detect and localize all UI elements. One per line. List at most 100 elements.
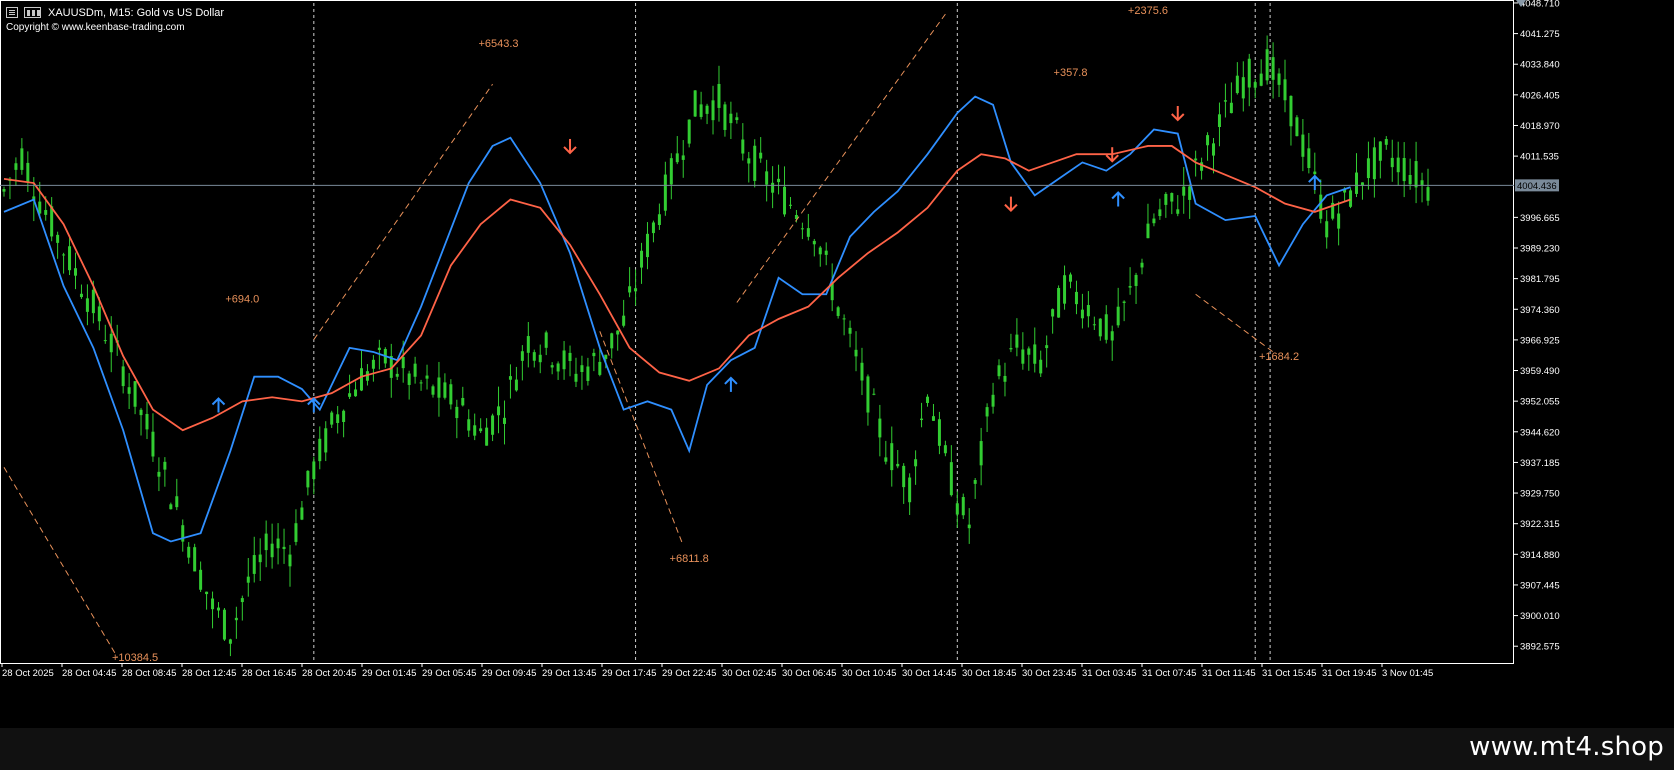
candle-body xyxy=(765,171,769,185)
candle-body xyxy=(377,347,381,350)
y-tick-label: 4026.405 xyxy=(1520,90,1560,101)
chart-menu-icon[interactable] xyxy=(6,7,18,18)
candle-body xyxy=(884,457,888,462)
buy-arrow-icon xyxy=(211,397,226,413)
x-tick-label: 29 Oct 09:45 xyxy=(482,668,536,679)
watermark-bar: www.mt4.shop xyxy=(0,728,1674,770)
current-price-label: 4004.436 xyxy=(1517,181,1557,192)
candle-body xyxy=(634,288,638,292)
candle-body xyxy=(1259,73,1263,86)
candle-body xyxy=(56,234,60,243)
x-tick-label: 30 Oct 06:45 xyxy=(782,668,836,679)
candle-body xyxy=(139,409,143,416)
plot-frame xyxy=(0,0,1514,664)
y-tick-label: 4011.535 xyxy=(1520,152,1559,163)
candle-body xyxy=(1194,158,1198,161)
y-tick-label: 4041.275 xyxy=(1520,29,1560,40)
y-tick-label: 3974.360 xyxy=(1520,305,1560,316)
candle-body xyxy=(407,373,411,385)
candle-body xyxy=(759,152,763,159)
copyright-label: Copyright © www.keenbase-trading.com xyxy=(6,22,185,33)
profit-annotation: +6543.3 xyxy=(478,38,518,50)
candle-body xyxy=(1217,114,1221,128)
x-tick-label: 30 Oct 23:45 xyxy=(1022,668,1076,679)
candle-body xyxy=(1241,77,1245,99)
scroll-marker-icon[interactable] xyxy=(1516,0,1526,7)
x-tick-label: 31 Oct 19:45 xyxy=(1322,668,1376,679)
indicator-icon[interactable] xyxy=(24,7,41,18)
candle-body xyxy=(252,555,256,574)
candle-body xyxy=(592,352,596,357)
candle-body xyxy=(1265,49,1269,81)
candle-body xyxy=(949,462,953,496)
candle-body xyxy=(812,240,816,245)
candle-body xyxy=(413,363,417,377)
candle-body xyxy=(1122,301,1126,303)
candle-body xyxy=(270,543,274,558)
candle-body xyxy=(228,639,232,644)
candle-body xyxy=(1378,141,1382,161)
candle-body xyxy=(1003,375,1007,382)
watermark-text: www.mt4.shop xyxy=(1469,732,1664,762)
candle-body xyxy=(1039,359,1043,374)
candle-body xyxy=(1319,194,1323,219)
candle-body xyxy=(997,365,1001,377)
y-tick-label: 3966.925 xyxy=(1520,335,1560,346)
y-tick-label: 3952.055 xyxy=(1520,397,1560,408)
x-tick-label: 29 Oct 01:45 xyxy=(362,668,416,679)
y-tick-label: 3907.445 xyxy=(1520,580,1560,591)
candle-body xyxy=(1104,314,1108,340)
candle-body xyxy=(616,330,620,335)
candle-body xyxy=(890,443,894,471)
x-tick-label: 31 Oct 15:45 xyxy=(1262,668,1316,679)
y-tick-label: 3989.230 xyxy=(1520,244,1560,255)
candle-body xyxy=(193,547,197,572)
candle-body xyxy=(1366,158,1370,179)
candle-body xyxy=(282,546,286,550)
candle-body xyxy=(1140,262,1144,268)
candle-body xyxy=(735,117,739,121)
x-tick-label: 30 Oct 10:45 xyxy=(842,668,896,679)
candle-body xyxy=(628,286,632,293)
candle-body xyxy=(610,333,614,349)
candle-body xyxy=(91,289,95,314)
candle-body xyxy=(264,533,268,551)
candle-body xyxy=(348,393,352,397)
candle-body xyxy=(85,298,89,312)
candle-body xyxy=(79,293,83,298)
candle-body xyxy=(14,163,18,170)
candle-body xyxy=(371,359,375,369)
profit-annotation: +2375.6 xyxy=(1128,5,1168,17)
candle-body xyxy=(234,617,238,621)
candle-body xyxy=(955,503,959,515)
plot-area: +694.0 +6543.3 +6811.8 +357.8 +2375.6 +1684.2… xyxy=(0,0,1514,664)
candle-body xyxy=(1182,186,1186,196)
candle-body xyxy=(1408,175,1412,185)
candle-body xyxy=(336,414,340,423)
candle-body xyxy=(1188,186,1192,200)
candle-body xyxy=(878,418,882,438)
candle-body xyxy=(1247,58,1251,88)
x-tick-label: 28 Oct 2025 xyxy=(2,668,54,679)
candle-body xyxy=(800,228,804,230)
candle-body xyxy=(1301,134,1305,157)
candle-body xyxy=(914,459,918,467)
price-chart[interactable]: +694.0 +6543.3 +6811.8 +357.8 +2375.6 +1684.2… xyxy=(0,0,1674,770)
candle-body xyxy=(538,354,542,363)
candle-body xyxy=(395,373,399,377)
candle-body xyxy=(723,104,727,130)
candle-body xyxy=(431,386,435,395)
candle-body xyxy=(240,598,244,603)
zigzag-line xyxy=(313,83,493,340)
candle-body xyxy=(449,384,453,405)
candle-body xyxy=(1051,309,1055,317)
candle-body xyxy=(1426,187,1430,201)
candle-body xyxy=(711,100,715,121)
candle-body xyxy=(526,336,530,353)
candle-body xyxy=(1086,305,1090,317)
candle-body xyxy=(550,365,554,368)
candle-body xyxy=(705,105,709,114)
candle-body xyxy=(687,119,691,144)
x-tick-label: 30 Oct 18:45 xyxy=(962,668,1016,679)
zigzag-line xyxy=(3,467,118,658)
